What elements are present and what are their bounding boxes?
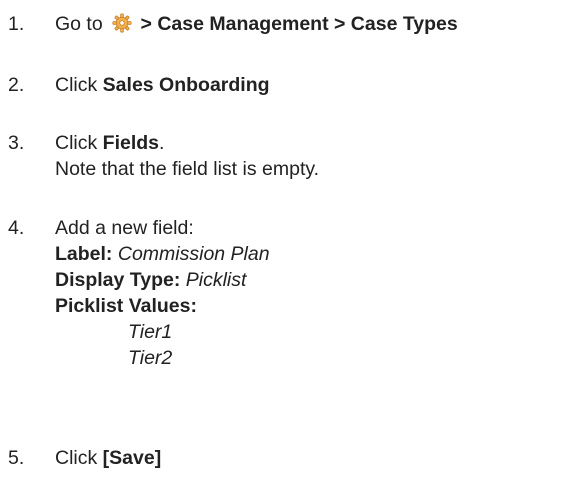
step-content: Click [Save] [55, 445, 584, 471]
picklist-value: Tier2 [128, 347, 173, 369]
step-number: 3. [8, 132, 25, 154]
step-number: 2. [8, 74, 25, 96]
field-label-key: Label: [55, 243, 113, 265]
step-note: Note that the field list is empty. [55, 158, 320, 180]
picklist-values-key: Picklist Values: [55, 295, 197, 317]
display-type-value: Picklist [185, 269, 247, 291]
picklist-value: Tier1 [128, 321, 173, 343]
case-type-name: Sales Onboarding [102, 74, 270, 96]
step-prefix: Go to [55, 13, 103, 35]
step-number: 5. [8, 447, 25, 469]
fields-tab-name: Fields [102, 132, 160, 154]
step-content: Click Sales Onboarding [55, 72, 584, 98]
field-label-value: Commission Plan [117, 243, 270, 265]
step-prefix: Click [55, 447, 98, 469]
display-type-key: Display Type: [55, 269, 181, 291]
step-suffix: . [159, 132, 165, 154]
menu-path: > Case Management > Case Types [140, 13, 458, 35]
step-prefix: Click [55, 74, 98, 96]
step-content: Add a new field: Label: Commission Plan … [55, 215, 584, 371]
step-number: 1. [8, 13, 25, 35]
step-prefix: Click [55, 132, 98, 154]
gear-icon [112, 13, 132, 33]
step-number: 4. [8, 217, 25, 239]
step-content: Click Fields. Note that the field list i… [55, 130, 584, 182]
save-button-label: [Save] [102, 447, 162, 469]
step-intro: Add a new field: [55, 217, 194, 239]
step-content: Go to > Case Management > Case Types [55, 11, 584, 37]
